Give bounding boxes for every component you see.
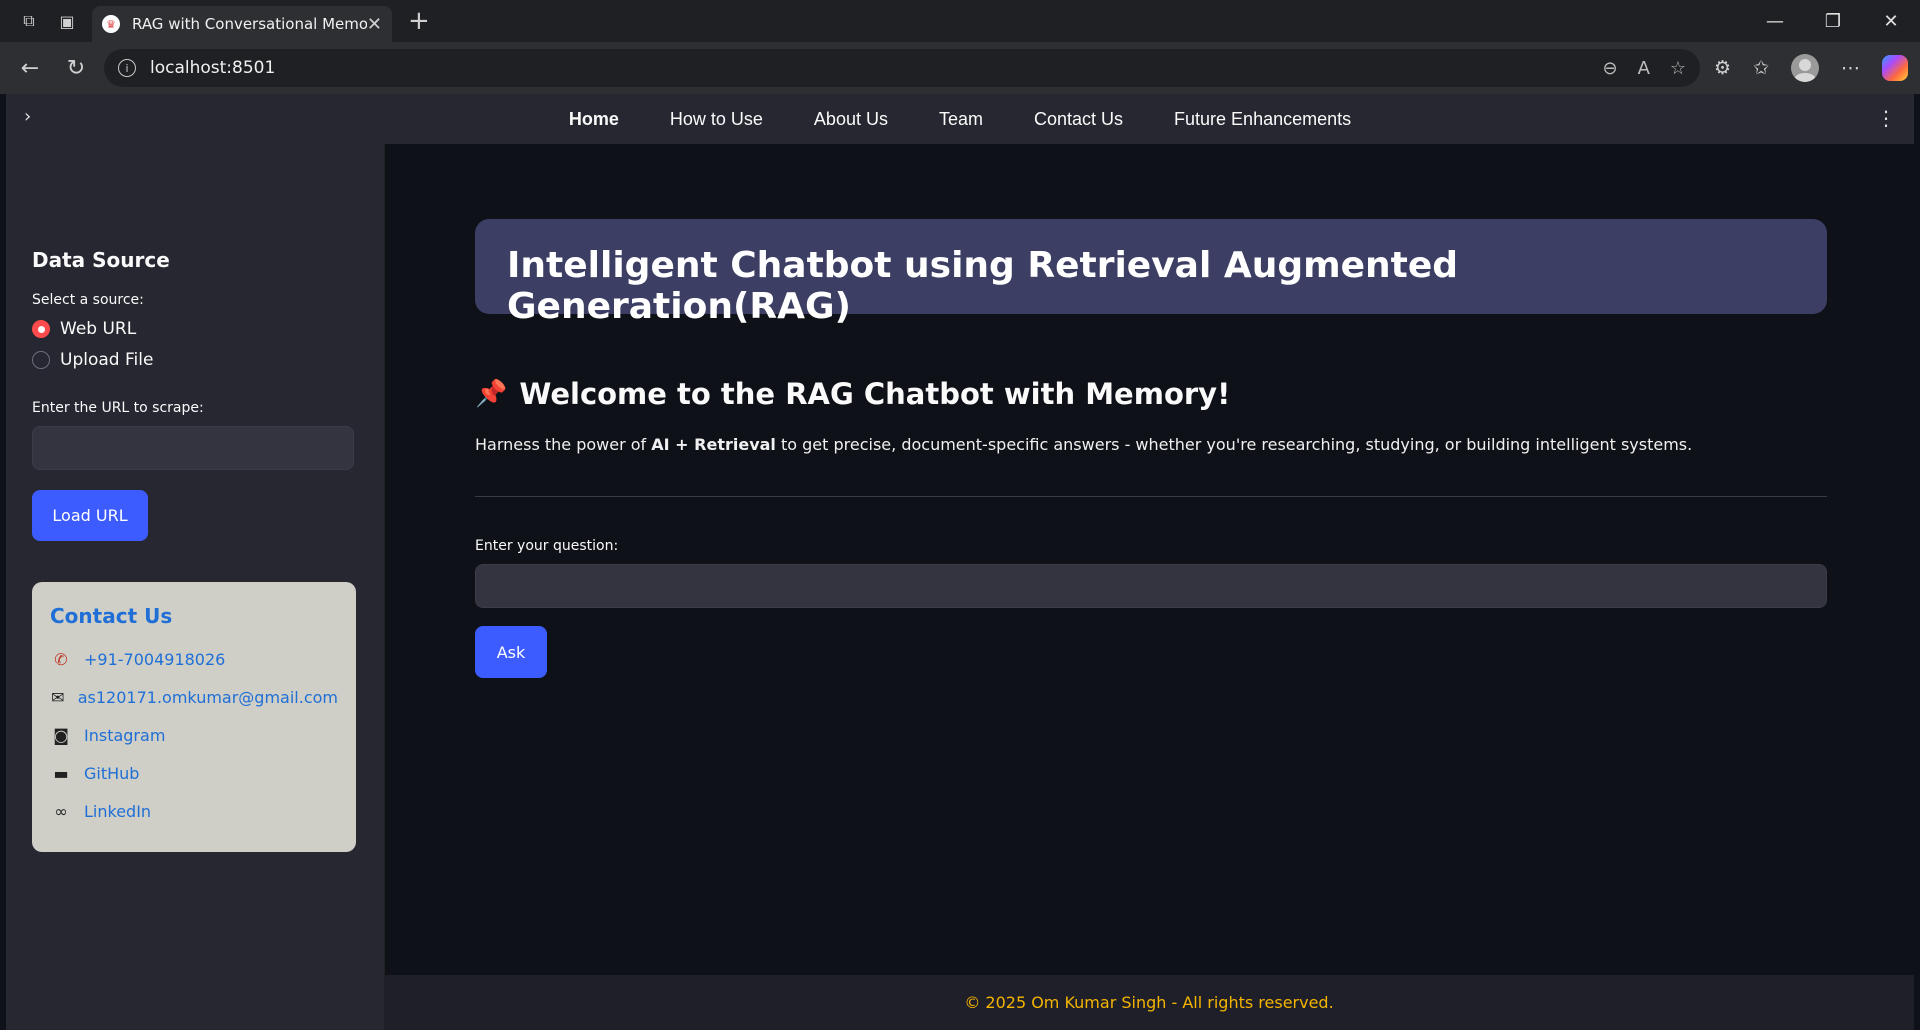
nav-contact-us[interactable]: Contact Us — [1034, 109, 1123, 130]
contact-github[interactable]: ▬ GitHub — [50, 754, 338, 792]
link-icon: ∞ — [54, 801, 68, 821]
linkedin-link[interactable]: LinkedIn — [84, 802, 151, 821]
contact-email[interactable]: ✉ as120171.omkumar@gmail.com — [50, 678, 338, 716]
profile-avatar[interactable] — [1791, 54, 1819, 82]
favorites-icon[interactable]: ✩ — [1753, 57, 1769, 79]
read-aloud-icon[interactable]: A — [1638, 58, 1650, 79]
phone-link[interactable]: +91-7004918026 — [84, 650, 225, 669]
description: Harness the power of AI + Retrieval to g… — [475, 435, 1692, 454]
radio-upload-file[interactable]: Upload File — [32, 350, 358, 370]
extensions-icon[interactable]: ⚙ — [1714, 57, 1731, 79]
ask-button[interactable]: Ask — [475, 626, 547, 678]
contact-linkedin[interactable]: ∞ LinkedIn — [50, 792, 338, 830]
close-window-icon[interactable]: ✕ — [1862, 0, 1920, 42]
radio-upload-file-label: Upload File — [60, 350, 154, 370]
desc-suffix: to get precise, document-specific answer… — [775, 435, 1693, 454]
radio-web-url[interactable]: Web URL — [32, 319, 358, 339]
load-url-button[interactable]: Load URL — [32, 490, 148, 541]
instagram-link[interactable]: Instagram — [84, 726, 165, 745]
camera-icon: ◙ — [53, 725, 69, 745]
contact-title: Contact Us — [50, 604, 173, 628]
sidebar: Data Source Select a source: Web URL Upl… — [6, 144, 384, 1030]
nav-how-to-use[interactable]: How to Use — [670, 109, 763, 130]
streamlit-app: › Home How to Use About Us Team Contact … — [6, 94, 1914, 1030]
url-label: Enter the URL to scrape: — [32, 400, 204, 416]
title-banner: Intelligent Chatbot using Retrieval Augm… — [475, 219, 1827, 327]
main-content: Intelligent Chatbot using Retrieval Augm… — [384, 144, 1914, 975]
more-options-icon[interactable]: ⋯ — [1841, 57, 1860, 79]
question-label: Enter your question: — [475, 538, 619, 554]
site-info-icon[interactable]: i — [118, 59, 136, 77]
url-field[interactable]: i localhost:8501 ⊖ A ☆ — [104, 49, 1701, 87]
desc-prefix: Harness the power of — [475, 435, 652, 454]
divider — [475, 496, 1827, 497]
refresh-icon[interactable]: ↻ — [58, 50, 94, 86]
back-icon[interactable]: ← — [12, 50, 48, 86]
close-tab-icon[interactable]: ✕ — [367, 14, 382, 35]
welcome-text: Welcome to the RAG Chatbot with Memory! — [519, 377, 1231, 411]
restore-icon[interactable]: ❐ — [1804, 0, 1862, 42]
question-input[interactable] — [475, 564, 1827, 608]
favorite-star-icon[interactable]: ☆ — [1670, 58, 1686, 79]
url-text: localhost:8501 — [150, 58, 276, 78]
desc-bold: AI + Retrieval — [651, 435, 776, 454]
tab-title: RAG with Conversational Memory — [132, 15, 367, 33]
nav-home[interactable]: Home — [569, 109, 619, 130]
workspaces-icon[interactable]: ⧉ — [18, 10, 40, 32]
contact-card: Contact Us ✆ +91-7004918026 ✉ as120171.o… — [32, 582, 356, 852]
contact-phone[interactable]: ✆ +91-7004918026 — [50, 640, 338, 678]
contact-instagram[interactable]: ◙ Instagram — [50, 716, 338, 754]
laptop-icon: ▬ — [53, 763, 69, 783]
radio-unselected-icon[interactable] — [32, 351, 50, 369]
footer: © 2025 Om Kumar Singh - All rights reser… — [384, 975, 1914, 1030]
welcome-heading: 📌 Welcome to the RAG Chatbot with Memory… — [475, 377, 1230, 411]
github-link[interactable]: GitHub — [84, 764, 139, 783]
nav-team[interactable]: Team — [939, 109, 983, 130]
radio-web-url-label: Web URL — [60, 319, 137, 339]
vertical-tabs-icon[interactable]: ▣ — [56, 10, 78, 32]
footer-text: © 2025 Om Kumar Singh - All rights reser… — [964, 993, 1334, 1012]
radio-selected-icon[interactable] — [32, 320, 50, 338]
pushpin-icon: 📌 — [475, 379, 508, 409]
crown-favicon-icon: ♛ — [102, 15, 120, 33]
copilot-icon[interactable] — [1882, 55, 1908, 81]
browser-tab-bar: ⧉ ▣ ♛ RAG with Conversational Memory ✕ +… — [0, 0, 1920, 42]
email-icon: ✉ — [51, 687, 65, 707]
minimize-icon[interactable]: — — [1746, 0, 1804, 42]
email-link[interactable]: as120171.omkumar@gmail.com — [78, 688, 338, 707]
select-source-label: Select a source: — [32, 292, 144, 308]
chevron-right-icon[interactable]: › — [24, 106, 31, 127]
nav-future-enhancements[interactable]: Future Enhancements — [1174, 109, 1351, 130]
browser-tab[interactable]: ♛ RAG with Conversational Memory ✕ — [92, 6, 392, 42]
kebab-menu-icon[interactable]: ⋮ — [1876, 106, 1896, 130]
nav-about-us[interactable]: About Us — [814, 109, 888, 130]
zoom-icon[interactable]: ⊖ — [1602, 58, 1617, 79]
top-navigation: › Home How to Use About Us Team Contact … — [6, 94, 1914, 144]
phone-icon: ✆ — [54, 649, 68, 669]
url-input[interactable] — [32, 426, 354, 470]
page-title: Intelligent Chatbot using Retrieval Augm… — [507, 245, 1459, 327]
data-source-heading: Data Source — [32, 248, 170, 272]
new-tab-icon[interactable]: + — [408, 6, 430, 36]
address-bar: ← ↻ i localhost:8501 ⊖ A ☆ ⚙ ✩ ⋯ — [0, 42, 1920, 94]
